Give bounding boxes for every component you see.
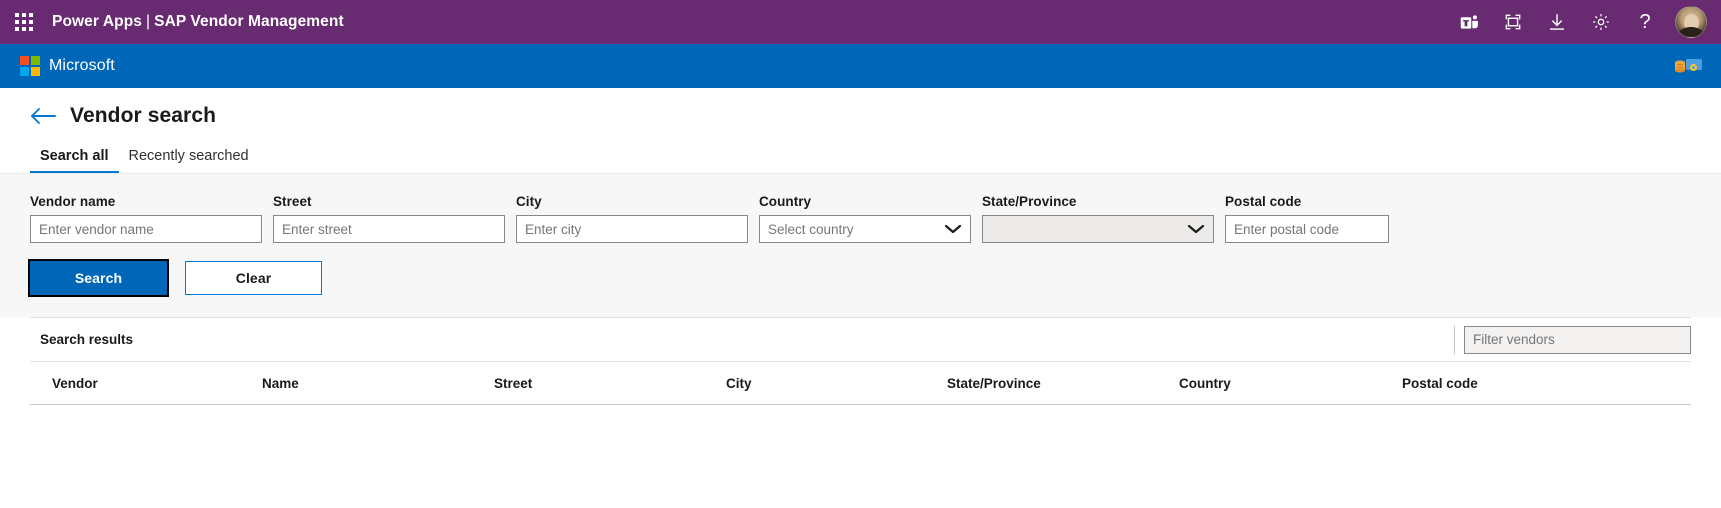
help-glyph: ? — [1639, 11, 1651, 33]
app-launcher-waffle-icon[interactable] — [0, 0, 48, 44]
search-results-title: Search results — [40, 332, 134, 347]
vendor-name-input[interactable] — [30, 215, 262, 243]
table-header-row: Vendor Name Street City State/Province C… — [30, 362, 1691, 405]
state-select-wrap — [982, 215, 1214, 243]
page-body: Vendor search Search all Recently search… — [0, 88, 1721, 508]
clear-button[interactable]: Clear — [185, 261, 322, 295]
column-header-name[interactable]: Name — [262, 362, 494, 405]
field-country: Country Select country — [759, 194, 971, 243]
filter-vendors-input[interactable] — [1464, 325, 1691, 354]
form-button-row: Search Clear — [28, 259, 1691, 297]
city-input[interactable] — [516, 215, 748, 243]
help-icon[interactable]: ? — [1623, 0, 1667, 44]
search-button[interactable]: Search — [28, 259, 169, 297]
suite-actions: ? — [1447, 0, 1707, 44]
chevron-down-icon — [944, 223, 962, 235]
waffle-grid — [15, 13, 33, 31]
app-name: Power Apps — [52, 13, 142, 30]
suite-header: Power Apps | SAP Vendor Management ? — [0, 0, 1721, 44]
teams-glyph — [1460, 14, 1478, 29]
table-head: Vendor Name Street City State/Province C… — [30, 362, 1691, 405]
page-title: Vendor search — [70, 104, 217, 127]
state-province-select[interactable] — [982, 215, 1214, 243]
column-header-city[interactable]: City — [726, 362, 947, 405]
gear-icon[interactable] — [1579, 0, 1623, 44]
chevron-down-glyph — [1187, 224, 1205, 234]
back-arrow-icon[interactable] — [30, 107, 56, 125]
country-select-wrap: Select country — [759, 215, 971, 243]
microsoft-logo-icon[interactable]: Microsoft — [20, 56, 115, 76]
label-state-province: State/Province — [982, 194, 1077, 209]
data-settings-icon[interactable] — [1673, 55, 1703, 77]
toolbar-divider — [1454, 325, 1455, 354]
field-state-province: State/Province — [982, 194, 1214, 243]
label-country: Country — [759, 194, 812, 209]
vendor-search-form: Vendor name Street City Country Select c… — [0, 173, 1721, 317]
label-street: Street — [273, 194, 312, 209]
microsoft-bar: Microsoft — [0, 44, 1721, 88]
fullscreen-glyph — [1505, 14, 1521, 30]
column-header-postal-code[interactable]: Postal code — [1402, 362, 1691, 405]
fullscreen-icon[interactable] — [1491, 0, 1535, 44]
search-field-row: Vendor name Street City Country Select c… — [30, 194, 1691, 243]
field-vendor-name: Vendor name — [30, 194, 262, 243]
suite-branding[interactable]: Power Apps | SAP Vendor Management — [52, 13, 344, 31]
column-header-street[interactable]: Street — [494, 362, 726, 405]
tab-search-all[interactable]: Search all — [30, 148, 119, 173]
street-input[interactable] — [273, 215, 505, 243]
search-results-table: Vendor Name Street City State/Province C… — [30, 362, 1691, 405]
microsoft-wordmark: Microsoft — [49, 57, 115, 74]
label-postal-code: Postal code — [1225, 194, 1302, 209]
branding-separator: | — [146, 13, 151, 30]
page-header: Vendor search — [0, 88, 1721, 128]
column-header-state-province[interactable]: State/Province — [947, 362, 1179, 405]
filter-zone — [1454, 318, 1691, 361]
field-city: City — [516, 194, 748, 243]
search-results-panel: Search results Vendor Name Street City S… — [30, 317, 1691, 405]
user-avatar[interactable] — [1675, 6, 1707, 38]
download-glyph — [1550, 14, 1564, 30]
column-header-vendor[interactable]: Vendor — [30, 362, 262, 405]
country-select[interactable]: Select country — [759, 215, 971, 243]
download-icon[interactable] — [1535, 0, 1579, 44]
microsoft-squares — [20, 56, 40, 76]
teams-icon[interactable] — [1447, 0, 1491, 44]
country-select-value: Select country — [768, 221, 854, 237]
chevron-down-icon — [1187, 223, 1205, 235]
back-arrow-glyph — [31, 108, 56, 124]
postal-code-input[interactable] — [1225, 215, 1389, 243]
environment-name: SAP Vendor Management — [154, 13, 344, 30]
tab-list: Search all Recently searched — [0, 140, 1721, 173]
label-city: City — [516, 194, 542, 209]
tab-recently-searched[interactable]: Recently searched — [119, 148, 259, 173]
column-header-country[interactable]: Country — [1179, 362, 1402, 405]
gear-glyph — [1593, 14, 1609, 30]
field-street: Street — [273, 194, 505, 243]
field-postal-code: Postal code — [1225, 194, 1389, 243]
chevron-down-glyph — [944, 224, 962, 234]
label-vendor-name: Vendor name — [30, 194, 116, 209]
search-results-header: Search results — [30, 318, 1691, 362]
